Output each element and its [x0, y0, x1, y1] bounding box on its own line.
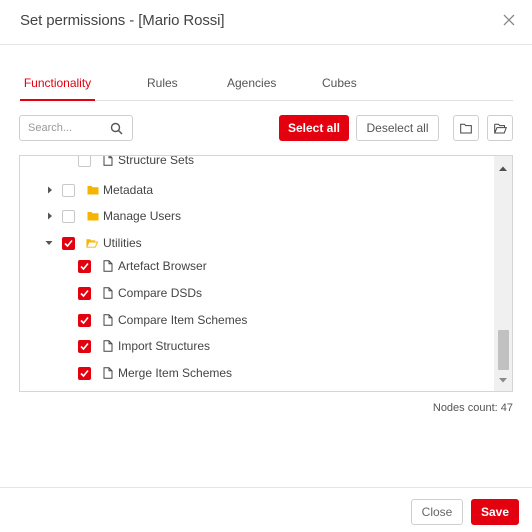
folder-icon — [87, 212, 99, 221]
select-all-button[interactable]: Select all — [279, 115, 349, 141]
scrollbar-thumb[interactable] — [498, 330, 509, 370]
file-icon — [103, 367, 113, 379]
node-label: Utilities — [103, 236, 142, 250]
node-checkbox[interactable] — [62, 210, 75, 223]
folder-open-icon — [86, 239, 98, 248]
tab-rules[interactable]: Rules — [147, 76, 178, 101]
deselect-all-button[interactable]: Deselect all — [356, 115, 439, 141]
expand-all-button[interactable] — [487, 115, 513, 141]
tree-node: Utilities — [20, 233, 494, 253]
tree-node: Manage Users — [20, 206, 494, 226]
collapse-all-button[interactable] — [453, 115, 479, 141]
file-icon — [103, 314, 113, 326]
file-icon — [103, 340, 113, 352]
tab-functionality[interactable]: Functionality — [20, 76, 95, 101]
file-icon — [103, 260, 113, 272]
file-icon — [103, 287, 113, 299]
permissions-dialog: Set permissions - [Mario Rossi] Function… — [0, 0, 532, 532]
node-checkbox[interactable] — [78, 367, 91, 380]
node-label: Metadata — [103, 183, 154, 197]
folder-icon — [460, 123, 472, 133]
search-box — [19, 115, 133, 141]
node-label: Merge Item Schemes — [118, 366, 233, 380]
node-checkbox[interactable] — [62, 184, 75, 197]
node-checkbox[interactable] — [78, 156, 91, 167]
node-label: Import Structures — [118, 339, 211, 353]
tree-node: Compare Item Schemes — [20, 310, 494, 330]
node-checkbox[interactable] — [78, 340, 91, 353]
caret-right-icon[interactable] — [46, 212, 54, 220]
dialog-header: Set permissions - [Mario Rossi] — [0, 0, 532, 45]
tree-node: Import Structures — [20, 336, 494, 356]
caret-right-icon[interactable] — [46, 186, 54, 194]
dialog-footer: Close Save — [0, 487, 532, 532]
tree-node: Compare DSDs — [20, 283, 494, 303]
node-checkbox[interactable] — [78, 314, 91, 327]
node-label: Compare Item Schemes — [118, 313, 248, 327]
nodes-count: Nodes count: 47 — [432, 402, 513, 414]
node-label: Manage Users — [103, 209, 182, 223]
search-input[interactable] — [28, 120, 108, 136]
permissions-tree: Structure Sets Metadata Manage Users Uti… — [19, 155, 513, 392]
node-checkbox[interactable] — [78, 260, 91, 273]
tree-node: Artefact Browser — [20, 256, 494, 276]
search-icon[interactable] — [110, 122, 123, 135]
scroll-up-icon[interactable] — [494, 160, 512, 178]
node-checkbox[interactable] — [78, 287, 91, 300]
tree-scrollbar[interactable] — [494, 156, 512, 391]
dialog-title: Set permissions - [Mario Rossi] — [20, 12, 225, 29]
close-button[interactable]: Close — [411, 499, 463, 525]
caret-down-icon[interactable] — [45, 239, 53, 247]
tab-agencies[interactable]: Agencies — [227, 76, 276, 101]
folder-icon — [87, 186, 99, 195]
folder-open-icon — [493, 123, 507, 133]
tree-node: Merge Item Schemes — [20, 363, 494, 383]
node-label: Structure Sets — [118, 155, 195, 167]
close-icon[interactable] — [502, 13, 516, 27]
tab-bar: Functionality Rules Agencies Cubes — [20, 70, 513, 101]
tree-node: Structure Sets — [20, 155, 494, 170]
file-icon — [103, 156, 113, 166]
node-checkbox[interactable] — [62, 237, 75, 250]
save-button[interactable]: Save — [471, 499, 519, 525]
scroll-down-icon[interactable] — [494, 371, 512, 389]
node-label: Artefact Browser — [118, 259, 207, 273]
tree-node: Metadata — [20, 180, 494, 200]
tab-cubes[interactable]: Cubes — [322, 76, 357, 101]
node-label: Compare DSDs — [118, 286, 203, 300]
